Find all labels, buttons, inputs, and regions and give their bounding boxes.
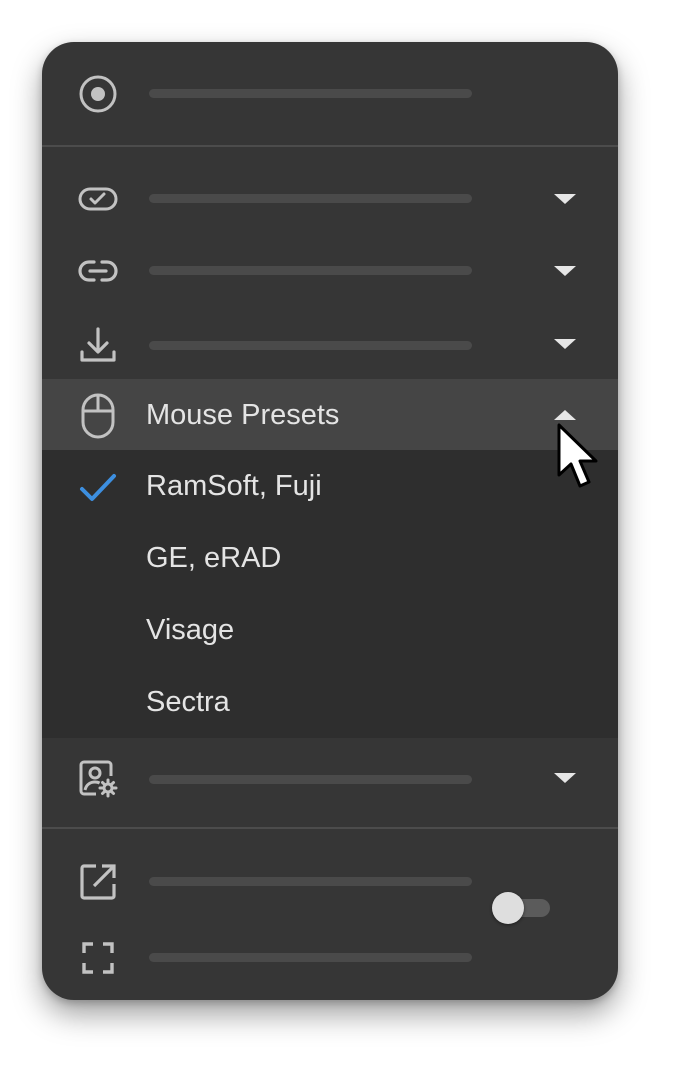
menu-item-4[interactable] — [42, 306, 618, 378]
chevron-up-icon[interactable] — [554, 410, 576, 420]
chevron-down-icon[interactable] — [554, 773, 576, 783]
fullscreen-icon — [78, 938, 118, 978]
preset-option-1[interactable]: RamSoft, Fuji — [42, 450, 618, 522]
chevron-down-icon[interactable] — [554, 194, 576, 204]
preset-option-4[interactable]: Sectra — [42, 666, 618, 738]
menu-item-7-label-placeholder — [149, 877, 472, 886]
settings-menu: Mouse Presets RamSoft, Fuji GE, eRAD Vis… — [42, 42, 618, 1000]
link-icon — [78, 251, 118, 291]
preset-option-2[interactable]: GE, eRAD — [42, 522, 618, 594]
menu-item-4-label-placeholder — [149, 341, 472, 350]
menu-item-2[interactable] — [42, 162, 618, 234]
download-icon — [78, 326, 118, 366]
target-icon — [78, 74, 118, 114]
menu-item-8[interactable] — [42, 922, 618, 1000]
open-in-new-icon — [78, 862, 118, 902]
toggle-knob — [492, 892, 524, 924]
mouse-pointer-icon — [556, 423, 608, 499]
preset-option-label: GE, eRAD — [146, 542, 282, 574]
mouse-presets-label: Mouse Presets — [146, 399, 340, 431]
preset-option-3[interactable]: Visage — [42, 594, 618, 666]
check-icon — [78, 468, 118, 508]
divider — [42, 827, 618, 829]
divider — [42, 145, 618, 147]
preset-option-label: Sectra — [146, 686, 230, 718]
chevron-down-icon[interactable] — [554, 266, 576, 276]
mouse-icon — [78, 393, 118, 439]
menu-item-6-label-placeholder — [149, 775, 472, 784]
menu-item-6[interactable] — [42, 738, 618, 818]
user-settings-icon — [78, 758, 118, 798]
preset-option-label: RamSoft, Fuji — [146, 470, 322, 502]
mouse-presets-submenu: RamSoft, Fuji GE, eRAD Visage Sectra — [42, 450, 618, 738]
mouse-presets-header[interactable]: Mouse Presets — [42, 379, 618, 451]
menu-item-8-label-placeholder — [149, 953, 472, 962]
preset-option-label: Visage — [146, 614, 235, 646]
menu-item-1[interactable] — [42, 42, 618, 146]
chevron-down-icon[interactable] — [554, 339, 576, 349]
badge-check-icon — [78, 179, 118, 219]
menu-item-1-label-placeholder — [149, 89, 472, 98]
menu-item-3-label-placeholder — [149, 266, 472, 275]
menu-item-2-label-placeholder — [149, 194, 472, 203]
menu-item-3[interactable] — [42, 234, 618, 306]
fullscreen-toggle[interactable] — [492, 892, 550, 924]
